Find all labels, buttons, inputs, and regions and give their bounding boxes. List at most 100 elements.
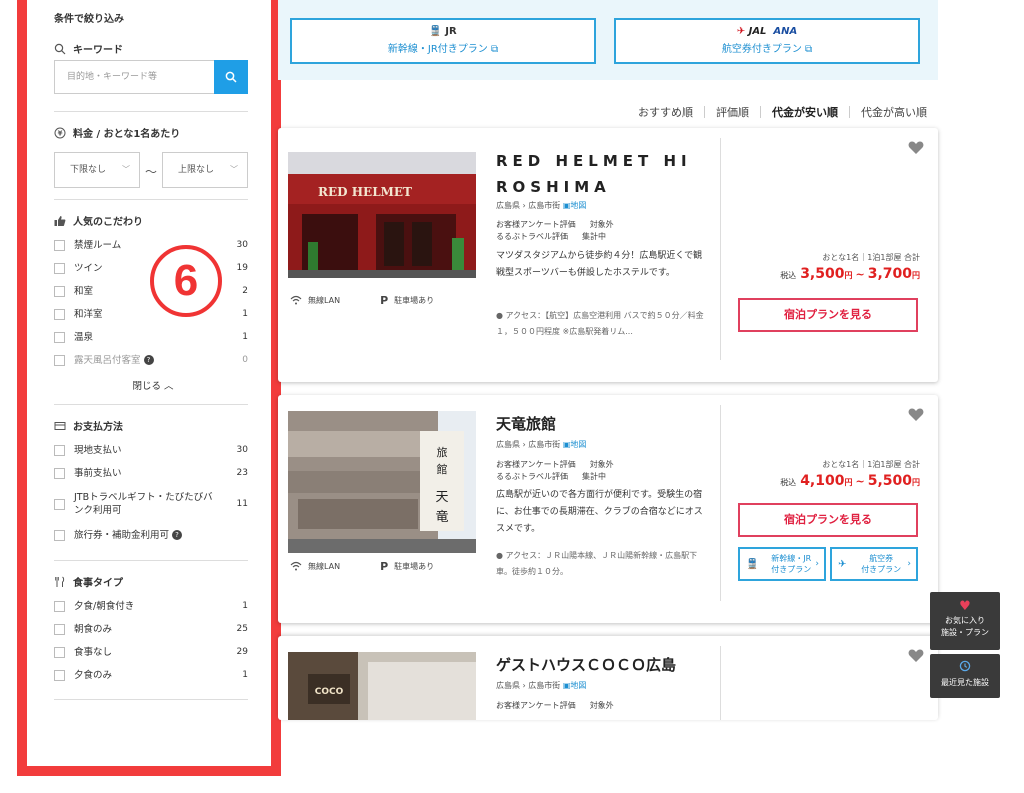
jr-plan-small-button[interactable]: 🚆 新幹線・JR 付きプラン ›: [738, 547, 826, 581]
map-link[interactable]: ▣地図: [563, 681, 587, 690]
divider: [54, 699, 248, 700]
hotel-card: COCO ゲストハウスＣＯＣＯ広島 広島県 › 広島市街 ▣地図 お客様アンケー…: [278, 636, 938, 720]
pin-icon: ●: [496, 551, 503, 560]
filter-checkbox-rotenburo[interactable]: 露天風呂付客室? 0: [54, 351, 248, 369]
keyword-input[interactable]: 目的地・キーワード等: [54, 60, 214, 94]
view-plans-button[interactable]: 宿泊プランを見る: [738, 503, 918, 537]
filter-checkbox-dinner-breakfast[interactable]: 夕食/朝食付き 1: [54, 597, 248, 615]
checkbox[interactable]: [54, 669, 65, 681]
view-plans-button[interactable]: 宿泊プランを見る: [738, 298, 918, 332]
sort-price-low[interactable]: 代金が安い順: [761, 104, 849, 120]
price-max-select[interactable]: 上限なし ﹀: [162, 152, 248, 188]
checkbox[interactable]: [54, 623, 65, 635]
jr-plan-label: 新幹線・JR付きプラン ⧉: [387, 44, 499, 55]
filter-checkbox-onsite-payment[interactable]: 現地支払い 30: [54, 441, 248, 459]
hotel-name[interactable]: ゲストハウスＣＯＣＯ広島: [496, 654, 676, 675]
map-link[interactable]: ▣地図: [563, 201, 587, 210]
hotel-photo[interactable]: COCO: [288, 652, 476, 720]
airline-logos: ✈ JAL ANA: [616, 26, 918, 37]
checkbox-label: 朝食のみ: [74, 623, 113, 635]
checkbox-count: 30: [236, 445, 248, 455]
eval-label: るるぶトラベル評価: [496, 232, 568, 241]
filter-checkbox-no-meal[interactable]: 食事なし 29: [54, 643, 248, 661]
jr-plan-button[interactable]: 🚆 JR 新幹線・JR付きプラン ⧉: [290, 18, 596, 64]
jr-logo-text: JR: [445, 26, 457, 37]
hotel-card: 旅 館 天 竜 無線LAN P 駐車場あり 天竜旅館 広島県 › 広島市街 ▣地図…: [278, 395, 938, 623]
jr-plan-small-label: 新幹線・JR 付きプラン: [758, 553, 824, 575]
hotel-photo[interactable]: 旅 館 天 竜: [288, 411, 476, 553]
favorite-heart-icon[interactable]: [908, 140, 924, 159]
help-icon[interactable]: ?: [143, 355, 154, 365]
hotel-evaluation: お客様アンケート評価 対象外: [496, 700, 614, 712]
svg-text:旅: 旅: [437, 445, 448, 459]
price-range-tilde: 〜: [145, 165, 158, 179]
sort-rating[interactable]: 評価順: [705, 104, 760, 120]
price-min-select[interactable]: 下限なし ﹀: [54, 152, 140, 188]
keyword-search-button[interactable]: [214, 60, 248, 94]
sort-price-high[interactable]: 代金が高い順: [850, 104, 938, 120]
hotel-evaluation: お客様アンケート評価 対象外 るるぶトラベル評価 集計中: [496, 219, 614, 243]
map-label: 地図: [570, 201, 587, 210]
favorite-heart-icon[interactable]: [908, 407, 924, 426]
label-line: 付きプラン: [771, 565, 812, 574]
sort-recommended[interactable]: おすすめ順: [627, 104, 704, 120]
help-icon[interactable]: ?: [172, 530, 183, 540]
credit-card-icon: [54, 420, 66, 432]
checkbox[interactable]: [54, 444, 65, 456]
checkbox[interactable]: [54, 239, 65, 251]
price-max: 3,700: [867, 266, 912, 282]
checkbox[interactable]: [54, 354, 65, 366]
checkbox[interactable]: [54, 498, 65, 510]
map-link[interactable]: ▣地図: [563, 440, 587, 449]
checkbox-label-text: 露天風呂付客室: [74, 354, 141, 366]
filter-checkbox-wayoushitsu[interactable]: 和洋室 1: [54, 305, 248, 323]
filter-checkbox-breakfast-only[interactable]: 朝食のみ 25: [54, 620, 248, 638]
favorites-widget[interactable]: ♥ お気に入り 施設・プラン: [930, 592, 1000, 650]
hotel-photo[interactable]: RED HELMET: [288, 152, 476, 278]
checkbox[interactable]: [54, 467, 65, 479]
checkbox[interactable]: [54, 331, 65, 343]
collapse-filter-link[interactable]: 閉じる ︿: [42, 378, 264, 392]
amenity-parking: P 駐車場あり: [380, 294, 434, 307]
checkbox-count: 1: [242, 332, 248, 342]
access-text: アクセス：ＪＲ山陽本線、ＪＲ山陽新幹線・広島駅下車。徒歩約１０分。: [496, 551, 698, 576]
amenity-wifi: 無線LAN: [290, 560, 340, 573]
checkbox[interactable]: [54, 262, 65, 274]
amenity-parking: P 駐車場あり: [380, 560, 434, 573]
divider: [720, 138, 721, 360]
filter-checkbox-jtb-gift[interactable]: JTBトラベルギフト・たびたびバンク利用可 11: [54, 488, 248, 520]
search-icon: [54, 43, 66, 55]
checkbox[interactable]: [54, 285, 65, 297]
label-line: 付きプラン: [861, 565, 902, 574]
checkbox-label: 旅行券・補助金利用可?: [74, 529, 224, 542]
filter-checkbox-dinner-only[interactable]: 夕食のみ 1: [54, 666, 248, 684]
tax-label: 税込: [780, 271, 797, 280]
hotel-name[interactable]: 天竜旅館: [496, 413, 556, 434]
keyword-section-title: キーワード: [54, 41, 123, 56]
filter-checkbox-onsen[interactable]: 温泉 1: [54, 328, 248, 346]
divider: [720, 405, 721, 601]
checkbox[interactable]: [54, 646, 65, 658]
filter-checkbox-prepayment[interactable]: 事前支払い 23: [54, 464, 248, 482]
transport-plan-banner: 🚆 JR 新幹線・JR付きプラン ⧉ ✈ JAL ANA 航空券付きプラン ⧉: [278, 0, 938, 80]
favorite-heart-icon[interactable]: [908, 648, 924, 667]
eval-label: お客様アンケート評価: [496, 220, 576, 229]
wifi-icon: [290, 295, 302, 307]
checkbox[interactable]: [54, 308, 65, 320]
filter-checkbox-voucher[interactable]: 旅行券・補助金利用可?: [54, 526, 248, 544]
recently-viewed-widget[interactable]: 最近見た施設: [930, 654, 1000, 698]
air-plan-small-button[interactable]: ✈ 航空券 付きプラン ›: [830, 547, 918, 581]
label-line: 新幹線・JR: [771, 554, 812, 563]
ana-logo: ANA: [773, 26, 798, 37]
location-text: 広島県 › 広島市街: [496, 440, 561, 449]
price-min: 4,100: [800, 473, 845, 489]
fork-knife-icon: [54, 576, 66, 588]
checkbox[interactable]: [54, 529, 65, 541]
air-plan-button[interactable]: ✈ JAL ANA 航空券付きプラン ⧉: [614, 18, 920, 64]
checkbox-label: 露天風呂付客室?: [74, 354, 224, 367]
checkbox[interactable]: [54, 600, 65, 612]
filter-checkbox-nonsmoking[interactable]: 禁煙ルーム 30: [54, 236, 248, 254]
hotel-name[interactable]: RED HELMET HI ROSHIMA: [496, 148, 692, 200]
chevron-down-icon: ﹀: [230, 165, 238, 174]
amenity-label: 無線LAN: [308, 562, 341, 571]
